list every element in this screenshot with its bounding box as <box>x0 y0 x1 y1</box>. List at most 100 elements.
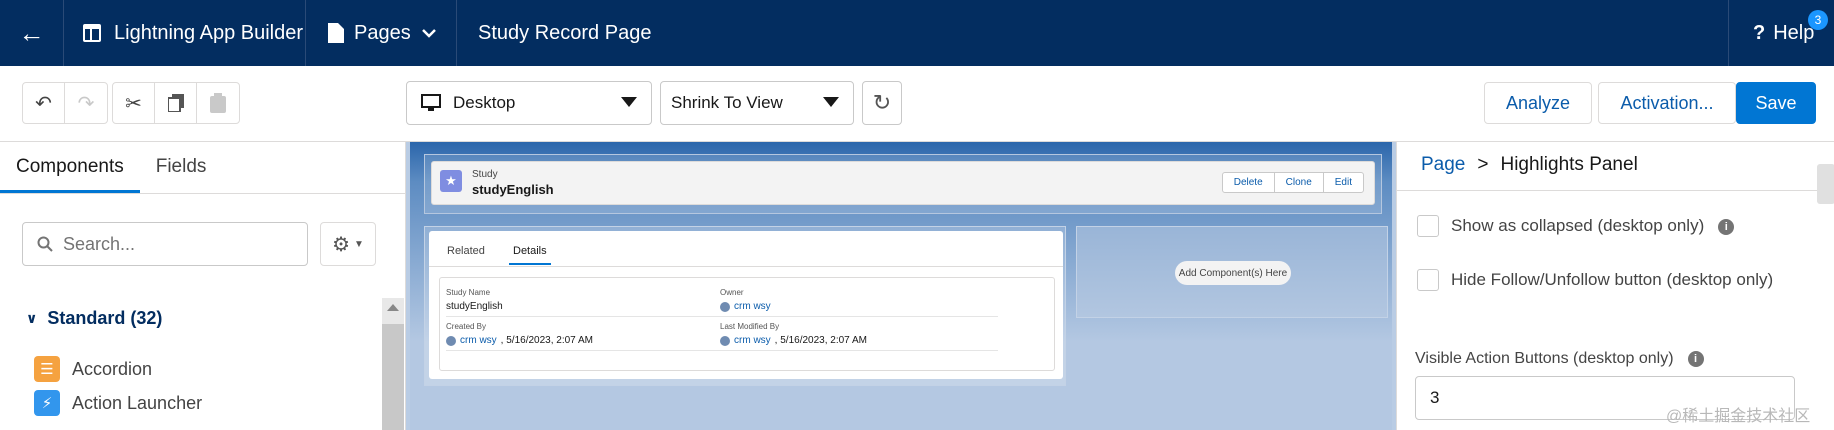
lightning-icon: ⚡ <box>34 390 60 416</box>
record-detail-card[interactable]: Related Details Study Name studyEnglish … <box>429 231 1063 379</box>
field-created-by: Created By crm wsy, 5/16/2023, 2:07 AM <box>446 322 724 351</box>
search-input[interactable]: Search... <box>22 222 308 266</box>
tab-components[interactable]: Components <box>0 142 140 193</box>
activation-button[interactable]: Activation... <box>1598 82 1736 124</box>
star-icon: ★ <box>440 170 462 192</box>
user-avatar-icon <box>446 335 456 346</box>
user-avatar-icon <box>720 335 730 346</box>
chevron-down-icon <box>421 29 436 38</box>
undo-icon: ↶ <box>35 92 52 115</box>
help-label: Help <box>1773 21 1815 44</box>
breadcrumb-separator: > <box>1477 154 1489 175</box>
component-label: Action Launcher <box>72 392 203 413</box>
panel-scrollbar[interactable] <box>1817 164 1834 204</box>
info-icon[interactable]: i <box>1718 218 1735 235</box>
field-last-modified-by: Last Modified By crm wsy, 5/16/2023, 2:0… <box>720 322 998 351</box>
field-owner: Owner crm wsy <box>720 288 998 317</box>
accordion-icon: ☰ <box>34 356 60 382</box>
caret-down-icon: ▼ <box>354 238 364 250</box>
device-select[interactable]: Desktop <box>406 81 652 125</box>
component-action-launcher[interactable]: ⚡ Action Launcher <box>34 390 202 416</box>
divider <box>1397 190 1834 191</box>
pages-menu[interactable]: Pages <box>306 0 457 66</box>
standard-section-toggle[interactable]: ∨ Standard (32) <box>26 308 162 329</box>
breadcrumb: Page > Highlights Panel <box>1421 154 1638 176</box>
help-button[interactable]: ? Help 3 <box>1729 0 1834 66</box>
info-icon[interactable]: i <box>1687 351 1704 367</box>
app-name: Lightning App Builder <box>114 21 304 44</box>
tab-fields[interactable]: Fields <box>140 142 223 193</box>
undo-button[interactable]: ↶ <box>23 83 65 123</box>
component-accordion[interactable]: ☰ Accordion <box>34 356 152 382</box>
settings-menu-button[interactable]: ⚙ ▼ <box>320 222 376 266</box>
copy-icon <box>167 94 184 112</box>
page-icon <box>328 23 344 43</box>
hide-follow-label: Hide Follow/Unfollow button (desktop onl… <box>1451 270 1774 289</box>
add-components-placeholder[interactable]: Add Component(s) Here <box>1175 261 1291 285</box>
page-canvas: ★ Study studyEnglish Delete Clone Edit R… <box>406 142 1396 430</box>
record-name: studyEnglish <box>472 182 554 197</box>
owner-link[interactable]: crm wsy <box>734 301 771 312</box>
scissors-icon: ✂ <box>125 92 142 115</box>
page-title: Study Record Page <box>457 0 1729 66</box>
redo-button[interactable]: ↷ <box>65 83 107 123</box>
paste-button[interactable] <box>197 83 239 123</box>
scroll-thumb[interactable] <box>382 324 404 430</box>
save-button[interactable]: Save <box>1736 82 1816 124</box>
scroll-up-icon <box>387 304 399 311</box>
search-placeholder: Search... <box>63 233 136 254</box>
breadcrumb-page-link[interactable]: Page <box>1421 154 1465 176</box>
panel-tabs: Components Fields <box>0 142 405 194</box>
modified-by-link[interactable]: crm wsy <box>734 335 771 346</box>
option-show-collapsed[interactable]: Show as collapsed (desktop only) i <box>1417 212 1817 240</box>
question-icon: ? <box>1753 21 1766 44</box>
device-select-value: Desktop <box>453 93 516 112</box>
layout-icon <box>83 24 101 42</box>
clipboard-group: ✂ <box>112 82 240 124</box>
view-select-value: Shrink To View <box>671 93 783 112</box>
edit-button[interactable]: Edit <box>1324 173 1363 192</box>
highlights-panel[interactable]: ★ Study studyEnglish Delete Clone Edit <box>431 161 1375 205</box>
option-hide-follow[interactable]: Hide Follow/Unfollow button (desktop onl… <box>1417 266 1827 294</box>
redo-icon: ↷ <box>77 92 95 115</box>
pages-label: Pages <box>354 21 411 44</box>
object-label: Study <box>472 169 498 180</box>
undo-redo-group: ↶ ↷ <box>22 82 108 124</box>
desktop-icon <box>421 94 441 111</box>
record-detail-region[interactable]: Related Details Study Name studyEnglish … <box>424 226 1066 386</box>
field-study-name: Study Name studyEnglish <box>446 288 724 317</box>
global-header: ← Lightning App Builder Pages Study Reco… <box>0 0 1834 66</box>
canvas-background: ★ Study studyEnglish Delete Clone Edit R… <box>410 142 1392 430</box>
app-builder-title: Lightning App Builder <box>64 0 306 66</box>
analyze-button[interactable]: Analyze <box>1484 82 1592 124</box>
back-button[interactable]: ← <box>0 0 64 66</box>
view-select[interactable]: Shrink To View <box>660 81 854 125</box>
highlights-panel-region[interactable]: ★ Study studyEnglish Delete Clone Edit <box>424 154 1382 214</box>
cut-button[interactable]: ✂ <box>113 83 155 123</box>
detail-tabs: Related Details <box>429 231 1063 267</box>
refresh-button[interactable]: ↻ <box>862 81 902 125</box>
component-label: Accordion <box>72 358 153 379</box>
breadcrumb-current: Highlights Panel <box>1500 154 1638 175</box>
dropdown-caret-icon <box>621 97 637 107</box>
created-by-link[interactable]: crm wsy <box>460 335 497 346</box>
delete-button[interactable]: Delete <box>1223 173 1275 192</box>
refresh-icon: ↻ <box>872 90 892 115</box>
tab-details[interactable]: Details <box>509 245 551 265</box>
user-avatar-icon <box>720 301 730 312</box>
section-title: Standard (32) <box>47 308 163 328</box>
components-scrollbar[interactable] <box>382 298 404 430</box>
search-icon <box>37 236 53 252</box>
show-collapsed-checkbox[interactable] <box>1417 215 1439 237</box>
visible-actions-label: Visible Action Buttons (desktop only) i <box>1415 350 1704 368</box>
copy-button[interactable] <box>155 83 197 123</box>
record-actions: Delete Clone Edit <box>1221 172 1364 193</box>
empty-region[interactable]: Add Component(s) Here <box>1076 226 1388 318</box>
hide-follow-checkbox[interactable] <box>1417 269 1439 291</box>
arrow-left-icon: ← <box>18 17 45 48</box>
clone-button[interactable]: Clone <box>1275 173 1324 192</box>
clipboard-icon <box>210 93 226 113</box>
tab-related[interactable]: Related <box>447 245 485 257</box>
search-row: Search... ⚙ ▼ <box>22 222 376 266</box>
dropdown-caret-icon <box>823 97 839 107</box>
